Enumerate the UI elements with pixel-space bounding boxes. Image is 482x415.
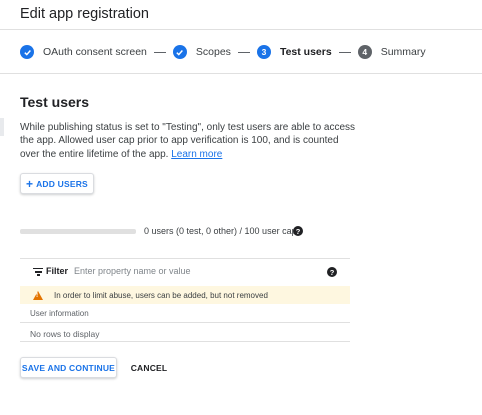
stepper-divider <box>0 73 482 74</box>
step-number-4-icon: 4 <box>357 45 372 59</box>
save-and-continue-button[interactable]: SAVE AND CONTINUE <box>20 357 117 378</box>
cancel-button[interactable]: CANCEL <box>126 357 172 378</box>
section-title: Test users <box>20 94 89 110</box>
step-test-users: Test users <box>279 46 332 58</box>
test-users-table: Filter ? In order to limit abuse, users … <box>20 258 350 342</box>
step-oauth-consent-screen[interactable]: OAuth consent screen <box>43 46 147 58</box>
step-separator <box>237 51 250 53</box>
step-complete-check-icon[interactable] <box>172 45 187 59</box>
empty-table-message: No rows to display <box>30 329 100 339</box>
warning-icon <box>33 290 43 300</box>
step-complete-check-icon[interactable] <box>20 45 34 59</box>
help-circle-icon[interactable]: ? <box>293 226 303 236</box>
learn-more-link[interactable]: Learn more <box>171 149 222 160</box>
step-separator <box>338 51 351 53</box>
filter-icon <box>33 268 43 276</box>
user-cap-text: 0 users (0 test, 0 other) / 100 user cap <box>144 226 297 236</box>
plus-icon: + <box>26 176 34 191</box>
left-edge-accent <box>0 118 4 136</box>
page-title: Edit app registration <box>20 6 149 22</box>
step-scopes[interactable]: Scopes <box>196 46 231 58</box>
column-header: User information <box>20 305 350 323</box>
step-number-3-icon: 3 <box>256 45 271 59</box>
step-summary: Summary <box>380 46 426 58</box>
warning-banner: In order to limit abuse, users can be ad… <box>20 286 350 304</box>
section-description: While publishing status is set to "Testi… <box>20 121 360 161</box>
warning-text: In order to limit abuse, users can be ad… <box>54 290 268 300</box>
filter-label: Filter <box>46 266 69 276</box>
step-separator <box>153 51 166 53</box>
page-header: Edit app registration <box>0 0 482 30</box>
registration-stepper: OAuth consent screen Scopes 3 Test users… <box>20 43 426 61</box>
column-header-user-information: User information <box>30 309 89 318</box>
add-users-button[interactable]: + ADD USERS <box>20 173 94 194</box>
add-users-label: ADD USERS <box>36 178 88 189</box>
filter-input[interactable] <box>74 264 314 278</box>
user-cap-progress-bar <box>20 229 136 234</box>
filter-bar: Filter ? <box>20 259 350 285</box>
help-circle-icon[interactable]: ? <box>327 267 337 277</box>
